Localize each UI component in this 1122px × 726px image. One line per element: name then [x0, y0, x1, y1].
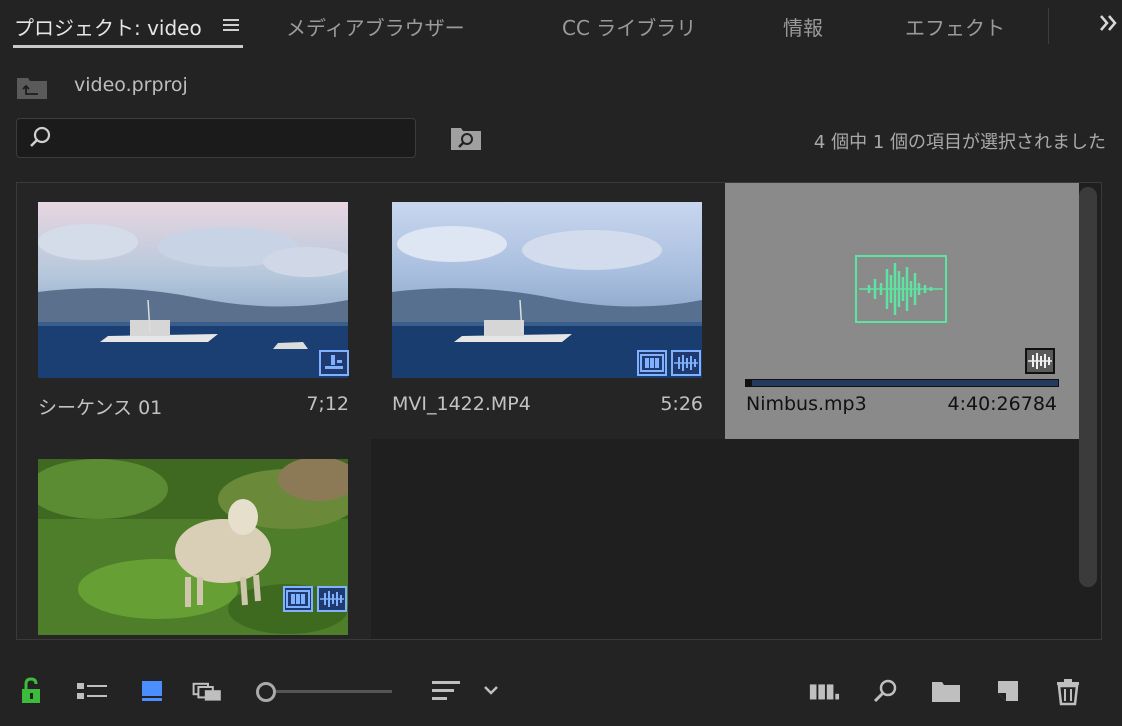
freeform-view-icon[interactable] [192, 676, 224, 706]
audio-icon [1025, 348, 1055, 374]
find-icon[interactable] [870, 676, 902, 706]
panel-menu-icon[interactable] [220, 14, 242, 36]
active-tab-underline [13, 45, 243, 48]
zoom-slider-handle[interactable] [256, 682, 276, 702]
clip-duration: 7;12 [306, 393, 349, 415]
clip-duration: 4:40:26784 [947, 393, 1057, 415]
video-icon [637, 350, 667, 376]
playback-progress-bar[interactable] [745, 379, 1059, 387]
tab-overflow-icon[interactable] [1098, 10, 1120, 36]
icon-view-icon[interactable] [138, 676, 170, 706]
sequence-icon [319, 350, 349, 376]
clip-duration: 5:26 [660, 393, 703, 415]
selection-status: 4 個中 1 個の項目が選択されました [813, 132, 1106, 153]
clip-item-audio[interactable]: Nimbus.mp3 4:40:26784 [725, 183, 1079, 439]
new-item-icon[interactable] [992, 676, 1024, 706]
parent-folder-icon[interactable] [16, 74, 48, 100]
automate-sequence-icon[interactable] [808, 676, 840, 706]
grid-scrollbar[interactable] [1079, 187, 1097, 587]
clip-name: シーケンス 01 [38, 397, 163, 419]
sort-icon[interactable] [430, 676, 462, 706]
list-view-icon[interactable] [76, 676, 108, 706]
panel-tab-bar: プロジェクト: video メディアブラウザー CC ライブラリ 情報 エフェク… [0, 0, 1122, 52]
audio-icon [671, 350, 701, 376]
search-icon [30, 126, 51, 147]
new-bin-icon[interactable] [930, 676, 962, 706]
waveform-icon [855, 255, 947, 323]
search-input[interactable] [63, 125, 403, 151]
clip-item-video[interactable]: MVI_1422.MP4 5:26 [371, 183, 725, 439]
tab-separator [1048, 8, 1049, 44]
clip-thumbnail [38, 202, 348, 378]
tab-project[interactable]: プロジェクト: video [14, 12, 202, 41]
audio-icon [317, 586, 347, 612]
clip-item-video-2[interactable] [17, 439, 371, 639]
tab-cc-libraries[interactable]: CC ライブラリ [562, 12, 696, 41]
clip-name: MVI_1422.MP4 [392, 393, 531, 415]
video-icon [283, 586, 313, 612]
tab-effects[interactable]: エフェクト [905, 12, 1005, 41]
search-field[interactable] [16, 118, 416, 158]
clip-name: Nimbus.mp3 [746, 393, 867, 415]
project-items-grid: シーケンス 01 7;12 MVI_1422.MP4 5:26 Nimbus.m… [16, 182, 1102, 640]
lock-icon[interactable] [16, 676, 48, 706]
project-path: video.prproj [74, 74, 188, 96]
zoom-slider-track[interactable] [270, 690, 392, 693]
tab-info[interactable]: 情報 [783, 12, 823, 41]
clip-item-sequence[interactable]: シーケンス 01 7;12 [17, 183, 371, 439]
chevron-down-icon[interactable] [478, 676, 510, 706]
create-search-bin-icon[interactable] [450, 124, 482, 152]
trash-icon[interactable] [1052, 676, 1084, 706]
tab-media-browser[interactable]: メディアブラウザー [286, 12, 465, 41]
